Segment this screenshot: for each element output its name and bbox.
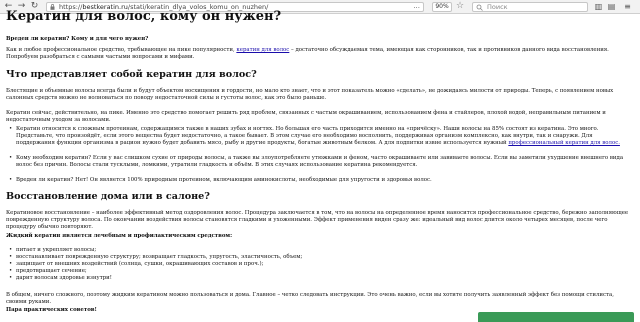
list-item: Кератин относится к сложным протеинам, с… — [9, 126, 628, 147]
list-item: дарит волосам здоровье изнутри! — [9, 275, 616, 282]
benefits-heading: Жидкий кератин является лечебным и профи… — [6, 233, 233, 239]
chat-widget-tab[interactable] — [478, 312, 634, 322]
list-item: восстанавливает поврежденную структуру; … — [9, 254, 616, 261]
list-item: Кому необходим кератин? Если у вас слишк… — [9, 155, 628, 169]
what-paragraph-1: Блестящие и объемные волосы всегда были … — [6, 88, 614, 101]
closing-paragraph: В общем, ничего сложного, поэтому жидким… — [6, 292, 614, 305]
section-heading-home: Восстановление дома или в салоне? — [6, 191, 210, 202]
list-item: Вреден ли кератин? Нет! Он является 100%… — [9, 177, 628, 184]
search-icon — [476, 4, 483, 11]
what-paragraph-2: Кератин сейчас, действительно, на пике. … — [6, 110, 606, 123]
library-icon[interactable]: ▥ — [593, 1, 604, 12]
list-item: предотвращает сечение; — [9, 268, 616, 275]
page-actions-menu-icon[interactable]: ... — [413, 2, 420, 11]
section-heading-what: Что представляет собой кератин для волос… — [6, 69, 257, 80]
bookmark-star-icon[interactable]: ☆ — [456, 1, 464, 12]
home-paragraph: Кератиновое восстановление – наиболее эф… — [6, 210, 629, 230]
search-placeholder: Поиск — [487, 3, 508, 11]
menu-icon[interactable]: ≡ — [622, 1, 633, 12]
zoom-indicator[interactable]: 90% — [432, 2, 452, 12]
intro-paragraph: Как и любое профессиональное средство, т… — [6, 47, 630, 61]
question-heading: Вреден ли кератин? Кому и для чего нужен… — [6, 36, 149, 42]
page-title: Кератин для волос, кому он нужен? — [6, 9, 282, 24]
professional-keratin-link[interactable]: профессиональный кератин для волос. — [508, 140, 620, 146]
list-item: питает и укрепляет волосы; — [9, 247, 616, 254]
intro-text-pre: Как и любое профессиональное средство, т… — [6, 47, 235, 53]
list-item: защищает от внешних воздействий (солнца,… — [9, 261, 616, 268]
keratin-link[interactable]: кератин для волос — [236, 47, 289, 53]
sidebar-icon[interactable]: ▤ — [606, 1, 617, 12]
search-bar[interactable]: Поиск — [472, 2, 588, 12]
